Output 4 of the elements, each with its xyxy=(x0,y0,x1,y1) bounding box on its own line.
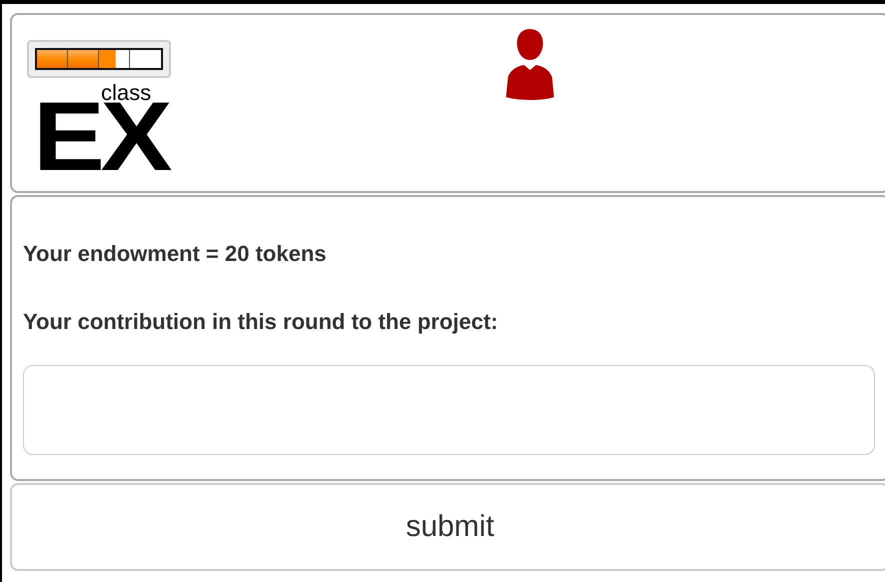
endowment-text: Your endowment = 20 tokens xyxy=(23,241,328,267)
contribution-label: Your contribution in this round to the project: xyxy=(23,309,499,335)
submit-button[interactable]: submit xyxy=(10,483,885,571)
contribution-field[interactable] xyxy=(23,365,875,455)
